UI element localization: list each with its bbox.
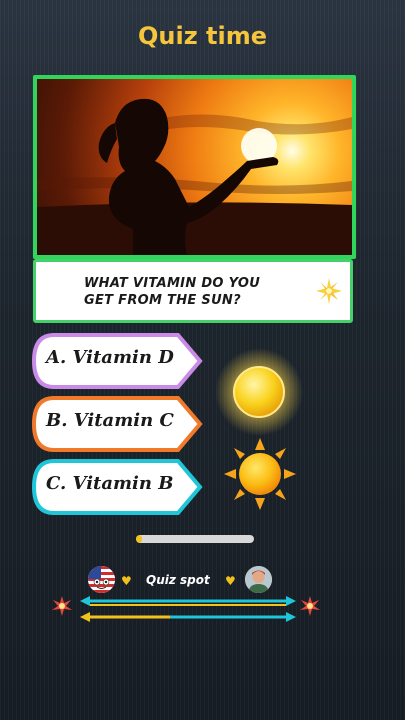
double-arrow-icon	[80, 612, 296, 622]
sparkle-icon	[316, 278, 342, 304]
burst-icon	[52, 596, 72, 616]
double-arrow-icon	[80, 596, 296, 606]
page-title: Quiz time	[137, 22, 268, 50]
timer-progress-fill	[136, 535, 142, 543]
heart-icon: ♥	[121, 574, 132, 588]
sun-icon	[224, 438, 296, 510]
brand-name: Quiz spot	[146, 573, 210, 587]
glowing-sun-icon	[215, 348, 303, 436]
option-c-button[interactable]: C. Vitamin B	[32, 459, 203, 515]
heart-icon: ♥	[225, 574, 236, 588]
sunset-photo	[33, 75, 356, 259]
question-card: WHAT VITAMIN DO YOU GET FROM THE SUN?	[33, 259, 353, 323]
timer-progress-bar	[136, 535, 254, 543]
option-b-label: B. Vitamin C	[46, 410, 174, 431]
decorative-arrows	[52, 596, 320, 622]
silhouette-woman-holding-sun	[37, 98, 352, 255]
footer-branding: ♥ Quiz spot ♥	[88, 566, 273, 594]
option-a-button[interactable]: A. Vitamin D	[32, 333, 203, 389]
option-a-label: A. Vitamin D	[46, 347, 174, 368]
us-flag-icon	[88, 566, 115, 593]
option-c-label: C. Vitamin B	[46, 473, 174, 494]
person-avatar-icon	[245, 566, 272, 593]
burst-icon	[300, 596, 320, 616]
option-b-button[interactable]: B. Vitamin C	[32, 396, 203, 452]
question-text: WHAT VITAMIN DO YOU GET FROM THE SUN?	[84, 276, 261, 308]
